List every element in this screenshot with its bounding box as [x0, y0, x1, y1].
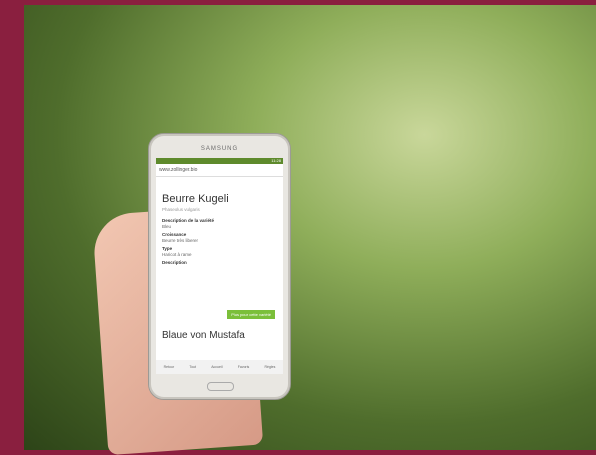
more-button[interactable]: Plus pour cette variété: [227, 310, 275, 319]
phone: SAMSUNG 11:28 www.zollinger.bio Beurre K…: [148, 133, 291, 400]
description-label: Description: [162, 260, 187, 265]
status-time: 11:28: [271, 158, 281, 163]
phone-brand: SAMSUNG: [200, 146, 239, 152]
type-label: Type: [162, 246, 173, 251]
growth-value: Beurre très liberer: [162, 238, 199, 243]
top-border: [24, 0, 596, 5]
page-title: Beurre Kugeli: [162, 193, 229, 205]
nav-item[interactable]: Favoris: [238, 365, 249, 369]
nav-item[interactable]: Tout: [189, 365, 196, 369]
phone-screen: 11:28 www.zollinger.bio Beurre Kugeli Ph…: [156, 158, 283, 374]
nav-item[interactable]: Retour: [164, 365, 175, 369]
nav-item[interactable]: Accueil: [211, 365, 222, 369]
desc-value: Bleu: [162, 224, 172, 229]
subtitle: Phaseolus vulgaris: [162, 207, 200, 212]
next-item[interactable]: Blaue von Mustafa: [162, 330, 245, 341]
url-bar[interactable]: www.zollinger.bio: [156, 164, 283, 177]
nav-item[interactable]: Règles: [264, 365, 275, 369]
growth-label: Croissance: [162, 232, 187, 237]
url-text: www.zollinger.bio: [159, 167, 198, 173]
desc-label: Description de la variété: [162, 218, 215, 223]
bottom-nav: Retour Tout Accueil Favoris Règles: [156, 360, 283, 374]
home-button[interactable]: [207, 382, 234, 391]
type-value: Haricot à rame: [162, 252, 192, 257]
